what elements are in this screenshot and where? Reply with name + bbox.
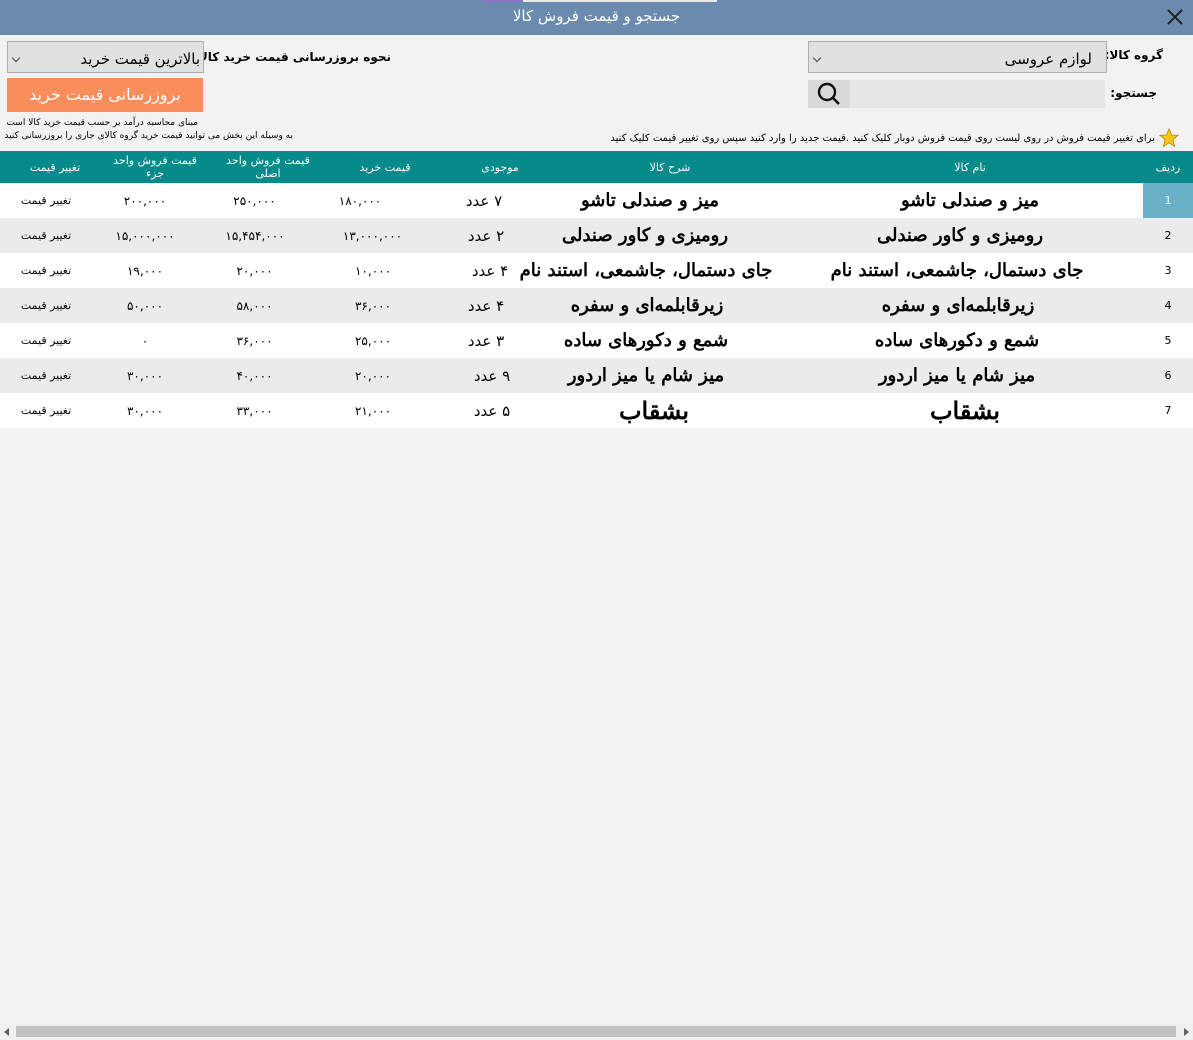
cell-sell-part[interactable]: ۳۰,۰۰۰ xyxy=(115,393,175,428)
cell-sell-main[interactable]: ۴۰,۰۰۰ xyxy=(222,358,287,393)
cell-sell-main[interactable]: ۲۰,۰۰۰ xyxy=(222,253,287,288)
scroll-left-icon[interactable] xyxy=(4,1028,9,1036)
row-index[interactable]: 6 xyxy=(1143,358,1193,393)
change-price-button[interactable]: تغییر قیمت xyxy=(0,288,92,323)
row-index[interactable]: 5 xyxy=(1143,323,1193,358)
header-sell-part[interactable]: قیمت فروش واحد جزء xyxy=(110,151,200,183)
table-row[interactable]: 1 میز و صندلی تاشو میز و صندلی تاشو ۷ عد… xyxy=(0,183,1193,218)
update-buy-price-button[interactable]: بروزرسانی قیمت خرید xyxy=(7,78,203,112)
table-row[interactable]: 7 بشقاب بشقاب ۵ عدد ۲۱,۰۰۰ ۳۳,۰۰۰ ۳۰,۰۰۰… xyxy=(0,393,1193,428)
cell-sell-part[interactable]: ۱۵,۰۰۰,۰۰۰ xyxy=(105,218,185,253)
table-row[interactable]: 4 زیرقابلمه‌ای و سفره زیرقابلمه‌ای و سفر… xyxy=(0,288,1193,323)
cell-desc[interactable]: رومیزی و کاور صندلی xyxy=(495,218,795,253)
cell-stock[interactable]: ۵ عدد xyxy=(442,393,542,428)
calc-note: مبنای محاسبه درآمد بر حسب قیمت خرید کالا… xyxy=(6,118,198,128)
update-method-label: نحوه بروزرسانی قیمت خرید کالا : xyxy=(189,50,391,64)
cell-sell-part[interactable]: ۵۰,۰۰۰ xyxy=(115,288,175,323)
search-label: جستجو: xyxy=(1110,86,1157,100)
cell-stock[interactable]: ۲ عدد xyxy=(436,218,536,253)
cell-sell-part[interactable]: ۳۰,۰۰۰ xyxy=(115,358,175,393)
table-row[interactable]: 2 رومیزی و کاور صندلی رومیزی و کاور صندل… xyxy=(0,218,1193,253)
cell-buy[interactable]: ۲۱,۰۰۰ xyxy=(343,393,403,428)
update-note: به وسیله این بخش می توانید قیمت خرید گرو… xyxy=(4,131,293,141)
cell-desc[interactable]: میز و صندلی تاشو xyxy=(500,183,800,218)
hint-text: برای تغییر قیمت فروش در روی لیست روی قیم… xyxy=(610,133,1155,144)
cell-sell-main[interactable]: ۱۵,۴۵۴,۰۰۰ xyxy=(215,218,295,253)
chevron-down-icon xyxy=(812,53,822,63)
header-change[interactable]: تغییر قیمت xyxy=(0,151,110,183)
group-label: گروه کالا: xyxy=(1104,48,1163,62)
title-accent xyxy=(482,0,522,2)
row-index[interactable]: 3 xyxy=(1143,253,1193,288)
header-buy[interactable]: قیمت خرید xyxy=(330,151,440,183)
cell-desc[interactable]: بشقاب xyxy=(504,393,804,428)
header-sell-main[interactable]: قیمت فروش واحد اصلی xyxy=(222,151,314,183)
cell-sell-part[interactable]: ۲۰۰,۰۰۰ xyxy=(110,183,180,218)
cell-sell-part[interactable]: ۱۹,۰۰۰ xyxy=(115,253,175,288)
cell-name[interactable]: شمع و دکورهای ساده xyxy=(807,323,1107,358)
change-price-button[interactable]: تغییر قیمت xyxy=(0,393,92,428)
group-select[interactable]: لوازم عروسی xyxy=(808,41,1107,73)
header-desc[interactable]: شرح کالا xyxy=(525,151,815,183)
table-row[interactable]: 3 جای دستمال، جاشمعی، استند نام جای دستم… xyxy=(0,253,1193,288)
row-index[interactable]: 2 xyxy=(1143,218,1193,253)
cell-name[interactable]: میز و صندلی تاشو xyxy=(820,183,1120,218)
header-name[interactable]: نام کالا xyxy=(820,151,1120,183)
change-price-button[interactable]: تغییر قیمت xyxy=(0,323,92,358)
header-stock[interactable]: موجودی xyxy=(450,151,550,183)
title-bar: جستجو و قیمت فروش کالا xyxy=(0,0,1193,35)
update-method-value: بالاترین قیمت خرید xyxy=(80,50,200,68)
cell-name[interactable]: زیرقابلمه‌ای و سفره xyxy=(808,288,1108,323)
cell-sell-main[interactable]: ۳۳,۰۰۰ xyxy=(222,393,287,428)
scroll-right-icon[interactable] xyxy=(1184,1028,1189,1036)
cell-desc[interactable]: زیرقابلمه‌ای و سفره xyxy=(497,288,797,323)
chevron-down-icon xyxy=(11,53,21,63)
title-accent xyxy=(523,0,717,2)
cell-name[interactable]: جای دستمال، جاشمعی، استند نام xyxy=(807,253,1107,288)
cell-name[interactable]: بشقاب xyxy=(815,393,1115,428)
search-input[interactable] xyxy=(808,80,1105,108)
star-icon xyxy=(1159,128,1179,148)
table-row[interactable]: 6 میز شام یا میز اردور میز شام یا میز ار… xyxy=(0,358,1193,393)
group-select-value: لوازم عروسی xyxy=(1004,50,1092,68)
change-price-button[interactable]: تغییر قیمت xyxy=(0,183,92,218)
cell-stock[interactable]: ۳ عدد xyxy=(436,323,536,358)
cell-buy[interactable]: ۱۳,۰۰۰,۰۰۰ xyxy=(330,218,415,253)
cell-buy[interactable]: ۲۰,۰۰۰ xyxy=(343,358,403,393)
row-index[interactable]: 1 xyxy=(1143,183,1193,218)
cell-sell-main[interactable]: ۵۸,۰۰۰ xyxy=(222,288,287,323)
table-row[interactable]: 5 شمع و دکورهای ساده شمع و دکورهای ساده … xyxy=(0,323,1193,358)
cell-desc[interactable]: جای دستمال، جاشمعی، استند نام xyxy=(496,253,796,288)
change-price-button[interactable]: تغییر قیمت xyxy=(0,218,92,253)
close-icon[interactable] xyxy=(1163,5,1187,29)
cell-name[interactable]: میز شام یا میز اردور xyxy=(807,358,1107,393)
cell-sell-main[interactable]: ۳۶,۰۰۰ xyxy=(222,323,287,358)
horizontal-scrollbar[interactable] xyxy=(0,1023,1193,1040)
cell-stock[interactable]: ۴ عدد xyxy=(440,253,540,288)
window-title: جستجو و قیمت فروش کالا xyxy=(512,7,681,25)
cell-buy[interactable]: ۱۰,۰۰۰ xyxy=(343,253,403,288)
cell-name[interactable]: رومیزی و کاور صندلی xyxy=(810,218,1110,253)
cell-stock[interactable]: ۷ عدد xyxy=(434,183,534,218)
cell-sell-main[interactable]: ۲۵۰,۰۰۰ xyxy=(222,183,287,218)
header-index[interactable]: ردیف xyxy=(1143,151,1193,183)
change-price-button[interactable]: تغییر قیمت xyxy=(0,253,92,288)
update-method-select[interactable]: بالاترین قیمت خرید xyxy=(7,41,204,73)
row-index[interactable]: 4 xyxy=(1143,288,1193,323)
change-price-button[interactable]: تغییر قیمت xyxy=(0,358,92,393)
cell-desc[interactable]: شمع و دکورهای ساده xyxy=(496,323,796,358)
scrollbar-thumb[interactable] xyxy=(16,1026,1176,1037)
cell-buy[interactable]: ۳۶,۰۰۰ xyxy=(343,288,403,323)
grid-header: ردیف نام کالا شرح کالا موجودی قیمت خرید … xyxy=(0,151,1193,183)
search-icon[interactable] xyxy=(808,80,850,108)
cell-sell-part[interactable]: ۰ xyxy=(115,323,175,358)
cell-buy[interactable]: ۲۵,۰۰۰ xyxy=(343,323,403,358)
cell-stock[interactable]: ۴ عدد xyxy=(436,288,536,323)
row-index[interactable]: 7 xyxy=(1143,393,1193,428)
cell-buy[interactable]: ۱۸۰,۰۰۰ xyxy=(330,183,390,218)
cell-stock[interactable]: ۹ عدد xyxy=(442,358,542,393)
